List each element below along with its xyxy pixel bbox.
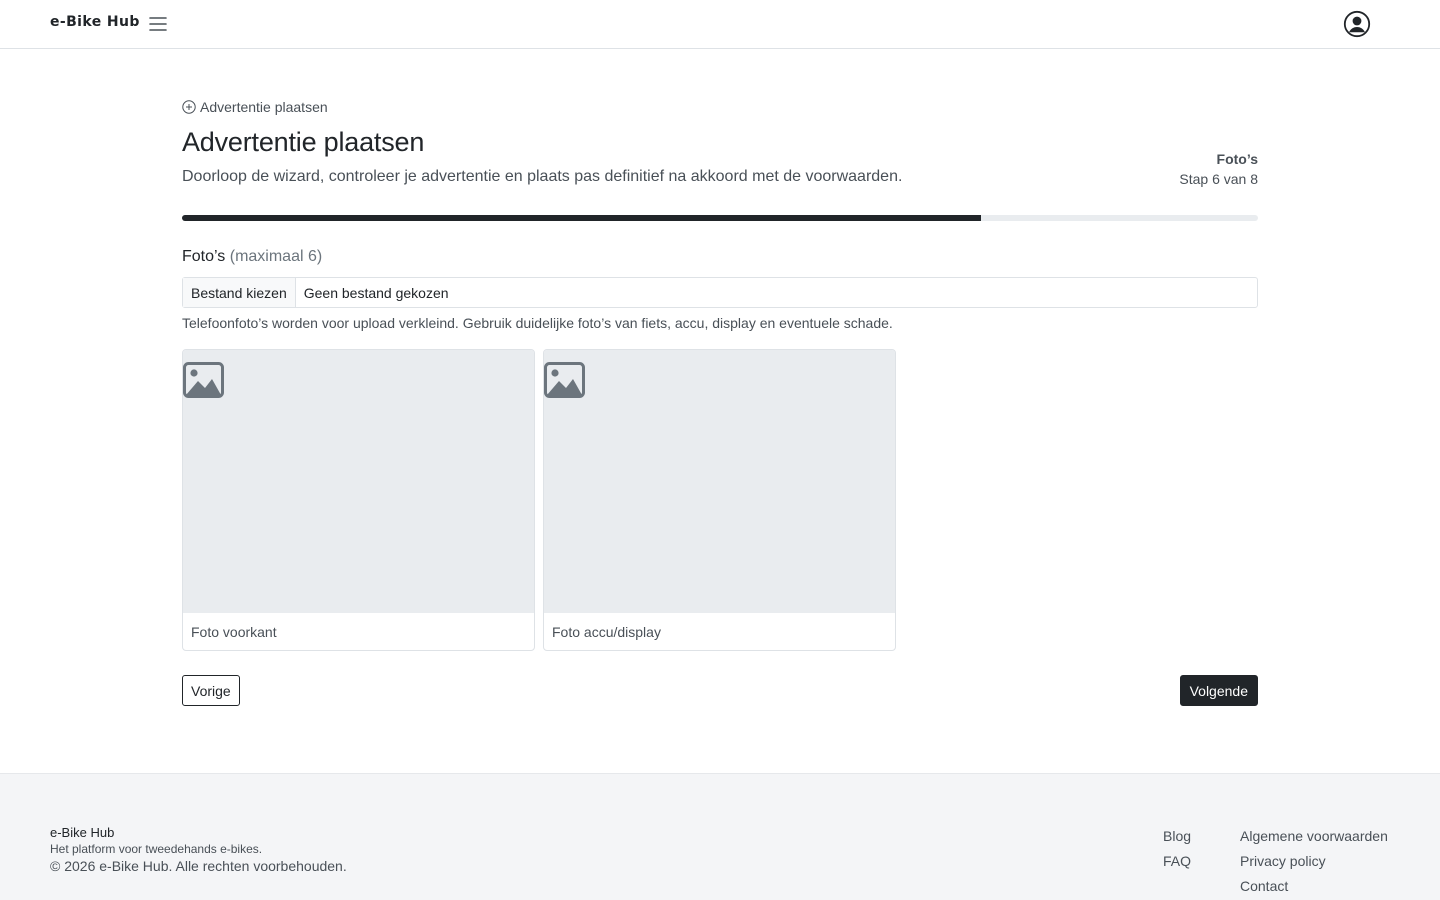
top-navbar: e-Bike Hub: [0, 0, 1440, 49]
footer-link-privacy[interactable]: Privacy policy: [1240, 852, 1388, 870]
photos-label-hint: (maximaal 6): [229, 248, 323, 265]
step-count: Stap 6 van 8: [1179, 171, 1258, 187]
photos-help-text: Telefoonfoto’s worden voor upload verkle…: [182, 315, 893, 331]
photo-caption: Foto voorkant: [191, 623, 277, 640]
footer-brand: e-Bike Hub: [50, 825, 115, 840]
menu-icon[interactable]: [148, 14, 168, 34]
image-placeholder-icon: [183, 362, 224, 398]
photo-card-front: Foto voorkant: [182, 349, 535, 651]
wizard-progress-bar: [182, 215, 982, 221]
photos-label-text: Foto’s: [182, 248, 226, 265]
photos-label: Foto’s (maximaal 6): [182, 248, 322, 266]
breadcrumb: Advertentie plaatsen: [182, 98, 1258, 116]
footer-links-col2: Algemene voorwaarden Privacy policy Cont…: [1240, 827, 1388, 895]
footer-copyright: © 2026 e-Bike Hub. Alle rechten voorbeho…: [50, 858, 347, 874]
photos-file-input[interactable]: Bestand kiezen Geen bestand gekozen: [182, 277, 1258, 308]
photo-placeholder: [183, 350, 534, 613]
image-placeholder-icon: [544, 362, 585, 398]
photo-placeholder: [544, 350, 895, 613]
page-title: Advertentie plaatsen: [182, 127, 425, 157]
plus-circle-icon: [182, 100, 196, 114]
photo-caption: Foto accu/display: [552, 623, 661, 640]
step-indicator: Foto’s Stap 6 van 8: [1179, 151, 1258, 187]
footer-link-faq[interactable]: FAQ: [1163, 852, 1191, 870]
photo-cards: Foto voorkant Foto accu/display: [182, 349, 896, 651]
page-lead: Doorloop de wizard, controleer je advert…: [182, 168, 903, 185]
previous-button[interactable]: Vorige: [182, 675, 240, 706]
footer-links-col1: Blog FAQ: [1163, 827, 1191, 870]
wizard-progress: [182, 215, 1258, 221]
photo-card-battery: Foto accu/display: [543, 349, 896, 651]
footer-link-contact[interactable]: Contact: [1240, 877, 1388, 895]
brand-logo[interactable]: e-Bike Hub: [50, 14, 140, 30]
footer-link-blog[interactable]: Blog: [1163, 827, 1191, 845]
next-button[interactable]: Volgende: [1179, 675, 1258, 706]
wizard-main: Advertentie plaatsen Advertentie plaatse…: [182, 98, 1258, 706]
footer-tagline: Het platform voor tweedehands e-bikes.: [50, 842, 263, 856]
breadcrumb-label: Advertentie plaatsen: [200, 99, 328, 115]
step-name: Foto’s: [1216, 151, 1258, 167]
choose-file-button[interactable]: Bestand kiezen: [183, 278, 296, 307]
account-icon[interactable]: [1343, 10, 1371, 38]
file-status: Geen bestand gekozen: [303, 284, 449, 301]
site-footer: e-Bike Hub Het platform voor tweedehands…: [0, 773, 1440, 900]
footer-link-terms[interactable]: Algemene voorwaarden: [1240, 827, 1388, 845]
